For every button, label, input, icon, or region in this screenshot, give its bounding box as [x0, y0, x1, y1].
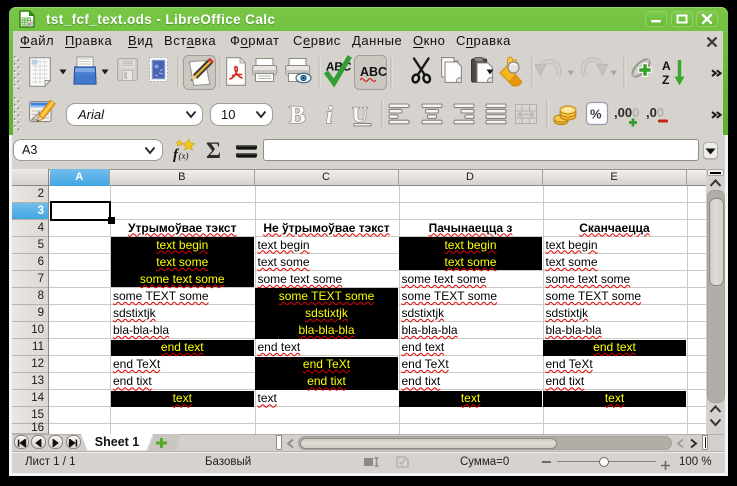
svg-text:A: A — [662, 59, 671, 73]
svg-text:%: % — [590, 107, 602, 122]
svg-text:ABC: ABC — [360, 65, 387, 79]
svg-text:,00: ,00 — [646, 105, 664, 120]
svg-text:(x): (x) — [179, 151, 189, 161]
svg-text:B: B — [289, 102, 306, 129]
svg-text:Z: Z — [662, 73, 669, 87]
svg-text:i: i — [326, 103, 333, 129]
svg-text:Σ: Σ — [206, 138, 221, 163]
svg-text:,000: ,000 — [614, 105, 639, 120]
